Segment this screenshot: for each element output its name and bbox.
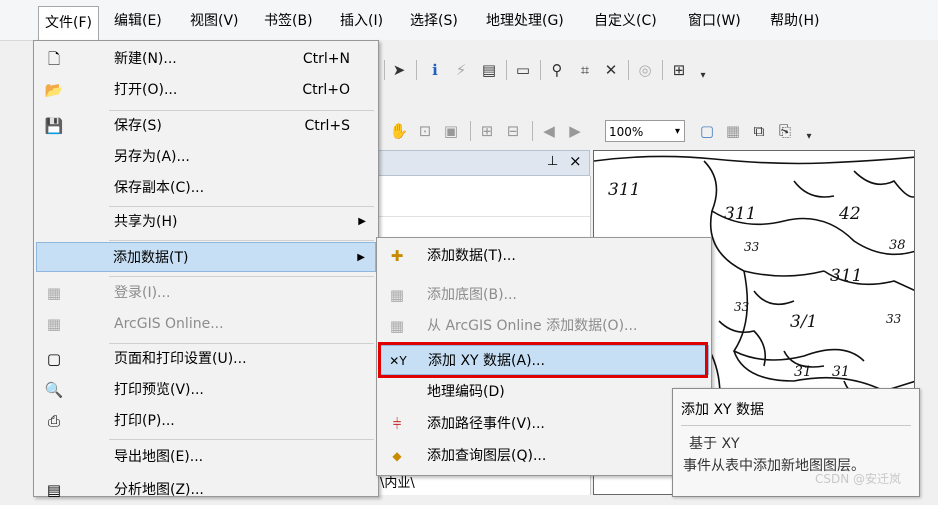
map-label: 38 — [889, 238, 906, 253]
menu-item-analyze-map[interactable]: ▤ 分析地图(Z)... — [36, 475, 376, 505]
menu-item-print[interactable]: ⎙ 打印(P)... — [36, 406, 376, 436]
menu-view[interactable]: 视图(V) — [184, 10, 245, 32]
map-label: 33 — [734, 300, 750, 314]
arcgis-online-grid-icon: ▦ — [46, 315, 62, 333]
menu-windows[interactable]: 窗口(W) — [682, 10, 747, 32]
toolbar-area: ➤ ℹ ⚡ ▤ ▭ ⚲ ⌗ ✕ ◎ ⊞ ▾ ✋ ⊡ ▣ ⊞ ⊟ ◀ ▶ 100%… — [378, 40, 938, 150]
map-label: 31 — [794, 364, 812, 380]
zoom-100-icon[interactable]: ▣ — [440, 120, 462, 142]
measure-icon[interactable]: ▭ — [512, 59, 534, 81]
fixed-zoom-in-icon[interactable]: ⊞ — [476, 120, 498, 142]
menu-item-add-data[interactable]: 添加数据(T) ▶ — [36, 242, 376, 272]
map-label: 311 — [724, 204, 756, 224]
menu-item-sign-in[interactable]: ▦ 登录(I)... — [36, 278, 376, 308]
menu-bookmarks[interactable]: 书签(B) — [258, 10, 319, 32]
pin-icon[interactable]: ⊥ — [547, 154, 558, 169]
menu-item-save-as[interactable]: 另存为(A)... — [36, 142, 376, 172]
map-label: 311 — [830, 266, 862, 286]
menu-item-print-preview[interactable]: 🔍 打印预览(V)... — [36, 375, 376, 405]
hyperlink-icon[interactable]: ⚡ — [450, 59, 472, 81]
submenu-item-add-data[interactable]: ✚ 添加数据(T)... — [379, 241, 709, 271]
menu-item-share-as[interactable]: 共享为(H) ▶ — [36, 207, 376, 237]
map-label: 311 — [608, 180, 640, 200]
submenu-item-add-query-layer[interactable]: ◆ 添加查询图层(Q)... — [379, 441, 709, 471]
highlight-callout-box — [378, 342, 708, 378]
add-data-plus-icon: ✚ — [390, 247, 404, 265]
back-extent-icon[interactable]: ◀ — [538, 120, 560, 142]
toolbar-overflow-icon[interactable]: ▾ — [692, 65, 714, 87]
menu-item-page-setup[interactable]: ▢ 页面和打印设置(U)... — [36, 344, 376, 374]
menu-item-arcgis-online[interactable]: ▦ ArcGIS Online... — [36, 309, 376, 339]
time-slider-icon[interactable]: ◎ — [634, 59, 656, 81]
focus-data-frame-icon[interactable]: ▦ — [722, 120, 744, 142]
watermark: CSDN @安迁岚 — [815, 472, 902, 486]
menu-geoprocessing[interactable]: 地理处理(G) — [480, 10, 570, 32]
pan-layout-icon[interactable]: ✋ — [388, 120, 410, 142]
chevron-down-icon: ▾ — [674, 126, 680, 137]
viewer-window-icon[interactable]: ⊞ — [668, 59, 690, 81]
route-events-icon: ⫩ — [392, 415, 402, 433]
forward-extent-icon[interactable]: ▶ — [564, 120, 586, 142]
menu-customize[interactable]: 自定义(C) — [588, 10, 663, 32]
online-grid-icon: ▦ — [389, 317, 405, 335]
menu-item-export-map[interactable]: 导出地图(E)... — [36, 442, 376, 472]
menu-item-save-copy[interactable]: 保存副本(C)... — [36, 173, 376, 203]
menubar: 文件(F) 编辑(E) 视图(V) 书签(B) 插入(I) 选择(S) 地理处理… — [0, 0, 938, 41]
sql-query-icon: ◆ — [392, 449, 402, 463]
map-label: 31 — [832, 364, 850, 380]
menu-file[interactable]: 文件(F) — [38, 6, 99, 41]
zoom-level-value: 100% — [609, 125, 644, 139]
toc-panel-header: ⊥ × — [378, 150, 590, 176]
submenu-arrow-icon: ▶ — [358, 216, 366, 227]
menu-item-new[interactable]: 🗋 新建(N)... Ctrl+N — [36, 44, 376, 74]
fixed-zoom-out-icon[interactable]: ⊟ — [502, 120, 524, 142]
menu-selection[interactable]: 选择(S) — [404, 10, 464, 32]
submenu-arrow-icon: ▶ — [357, 252, 365, 263]
select-arrow-icon[interactable]: ➤ — [388, 59, 410, 81]
toolbar-overflow-icon[interactable]: ▾ — [798, 126, 820, 148]
menu-item-open[interactable]: 📂 打开(O)... Ctrl+O — [36, 75, 376, 105]
tooltip-title: 添加 XY 数据 — [681, 402, 765, 418]
open-folder-icon: 📂 — [44, 81, 64, 99]
zoom-whole-page-icon[interactable]: ⊡ — [414, 120, 436, 142]
printer-icon: ⎙ — [47, 412, 60, 430]
save-disk-icon: 💾 — [44, 117, 64, 135]
map-label: 33 — [744, 240, 760, 254]
change-layout-icon[interactable]: ⧉ — [748, 120, 770, 142]
map-label: 42 — [838, 204, 861, 224]
find-route-icon[interactable]: ⌗ — [574, 59, 596, 81]
find-icon[interactable]: ⚲ — [546, 59, 568, 81]
print-preview-icon: 🔍 — [44, 381, 64, 399]
menu-edit[interactable]: 编辑(E) — [108, 10, 168, 32]
menu-help[interactable]: 帮助(H) — [764, 10, 825, 32]
html-popup-icon[interactable]: ▤ — [478, 59, 500, 81]
file-menu: 🗋 新建(N)... Ctrl+N 📂 打开(O)... Ctrl+O 💾 保存… — [33, 40, 379, 499]
menu-item-save[interactable]: 💾 保存(S) Ctrl+S — [36, 111, 376, 141]
data-driven-pages-icon[interactable]: ⎘ — [774, 120, 796, 142]
map-label: 3/1 — [790, 312, 817, 332]
analyze-map-icon: ▤ — [46, 481, 62, 499]
page-setup-icon: ▢ — [46, 350, 62, 368]
basemap-grid-icon: ▦ — [389, 286, 405, 304]
zoom-level-combo[interactable]: 100% ▾ — [605, 120, 685, 142]
goto-xy-icon[interactable]: ✕ — [600, 59, 622, 81]
submenu-item-add-from-online[interactable]: ▦ 从 ArcGIS Online 添加数据(O)... — [379, 311, 709, 341]
map-label: 33 — [886, 312, 902, 326]
menu-insert[interactable]: 插入(I) — [334, 10, 389, 32]
new-document-icon: 🗋 — [47, 50, 61, 68]
submenu-item-geocode[interactable]: 地理编码(D) — [379, 377, 709, 407]
close-icon[interactable]: × — [569, 152, 582, 170]
toggle-draft-mode-icon[interactable]: ▢ — [696, 120, 718, 142]
sign-in-grid-icon: ▦ — [46, 284, 62, 302]
submenu-item-add-basemap[interactable]: ▦ 添加底图(B)... — [379, 280, 709, 310]
identify-icon[interactable]: ℹ — [424, 59, 446, 81]
submenu-item-add-route-events[interactable]: ⫩ 添加路径事件(V)... — [379, 409, 709, 439]
